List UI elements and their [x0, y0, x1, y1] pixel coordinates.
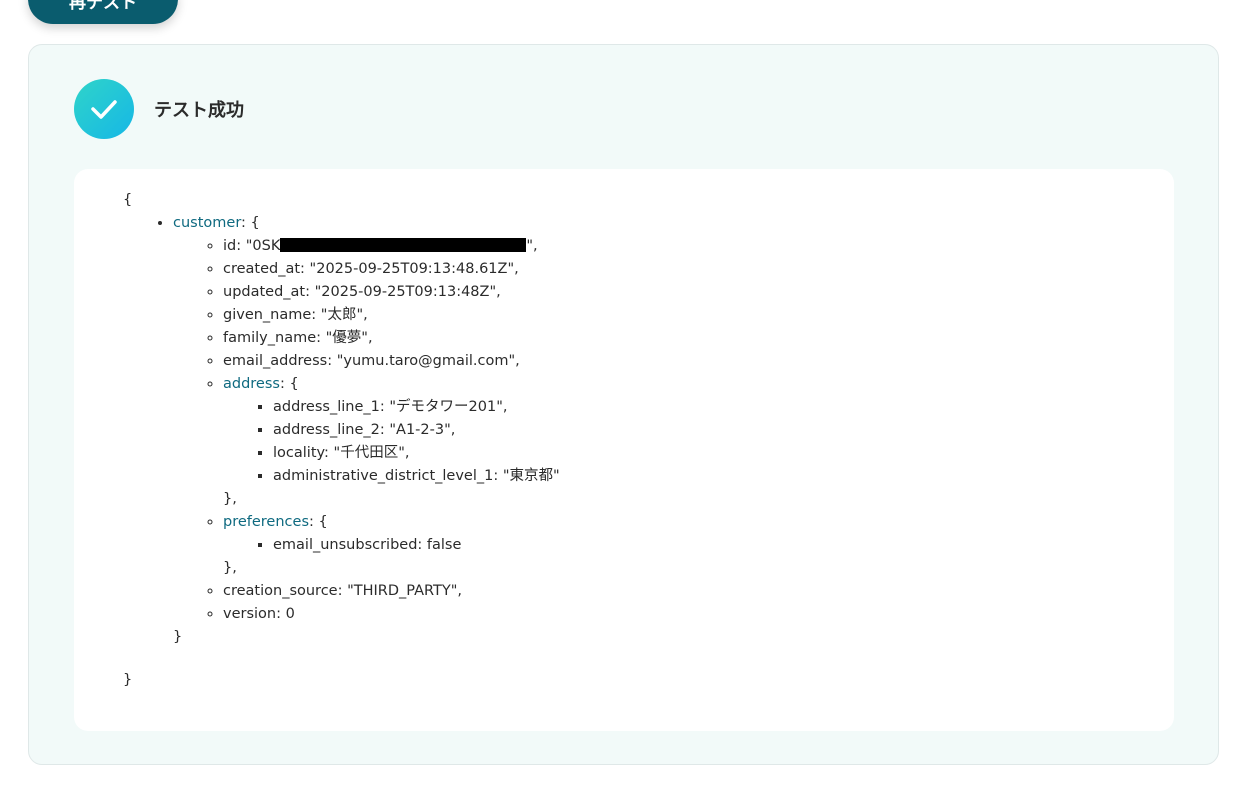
json-item-id: id: "0SK ",: [223, 235, 560, 258]
check-icon: [91, 100, 117, 119]
json-item-email-unsubscribed: email_unsubscribed: false: [273, 534, 560, 557]
json-output-card: { customer: { id: "0SK", created_at: "20…: [74, 169, 1174, 731]
json-key-customer: customer: [173, 215, 242, 231]
json-open-customer: : {: [241, 215, 260, 231]
json-open-address: : {: [279, 376, 299, 392]
json-item-address-line-2: address_line_2: "A1-2-3",: [273, 419, 560, 442]
success-badge: [74, 79, 134, 139]
json-item-address-line-1: address_line_1: "デモタワー201",: [273, 396, 560, 419]
json-customer-list: id: "0SK ", created_at: "2025-09-25T09:13…: [173, 235, 560, 626]
json-open-preferences: : {: [309, 514, 328, 530]
json-item-family-name: family_name: "優夢",: [223, 327, 560, 350]
json-item-creation-source: creation_source: "THIRD_PARTY",: [223, 580, 560, 603]
json-close-address: },: [223, 491, 237, 507]
json-item-given-name: given_name: "太郎",: [223, 304, 560, 327]
json-close-preferences: },: [223, 560, 237, 576]
json-id-label: id: "0SK: [223, 238, 281, 254]
json-item-address: address: { address_line_1: "デモタワー201", a…: [223, 373, 560, 511]
status-header: テスト成功: [74, 79, 244, 139]
retest-button[interactable]: 再テスト: [28, 0, 178, 24]
json-key-preferences: preferences: [223, 514, 309, 530]
json-root-list: customer: { id: "0SK", created_at: "2025…: [123, 212, 560, 649]
json-key-address: address: [223, 376, 280, 392]
json-preferences-list: email_unsubscribed: false: [223, 534, 560, 557]
json-item-district: administrative_district_level_1: "東京都": [273, 465, 560, 488]
json-item-locality: locality: "千代田区",: [273, 442, 560, 465]
json-tree: { customer: { id: "0SK", created_at: "20…: [123, 189, 560, 692]
json-close-customer: }: [173, 629, 183, 645]
test-result-panel: テスト成功 { customer: { id: "0SK", created_a…: [28, 44, 1219, 765]
json-open-brace: {: [123, 192, 133, 208]
json-item-preferences: preferences: { email_unsubscribed: false…: [223, 511, 560, 580]
json-id-suffix: ",: [526, 238, 538, 254]
status-title: テスト成功: [154, 100, 244, 121]
json-address-list: address_line_1: "デモタワー201", address_line…: [223, 396, 560, 488]
json-close-brace: }: [123, 672, 133, 688]
json-item-updated-at: updated_at: "2025-09-25T09:13:48Z",: [223, 281, 560, 304]
json-item-version: version: 0: [223, 603, 560, 626]
redacted-block: [280, 238, 527, 252]
json-item-email-address: email_address: "yumu.taro@gmail.com",: [223, 350, 560, 373]
json-item-customer: customer: { id: "0SK", created_at: "2025…: [173, 212, 560, 649]
json-item-created-at: created_at: "2025-09-25T09:13:48.61Z",: [223, 258, 560, 281]
